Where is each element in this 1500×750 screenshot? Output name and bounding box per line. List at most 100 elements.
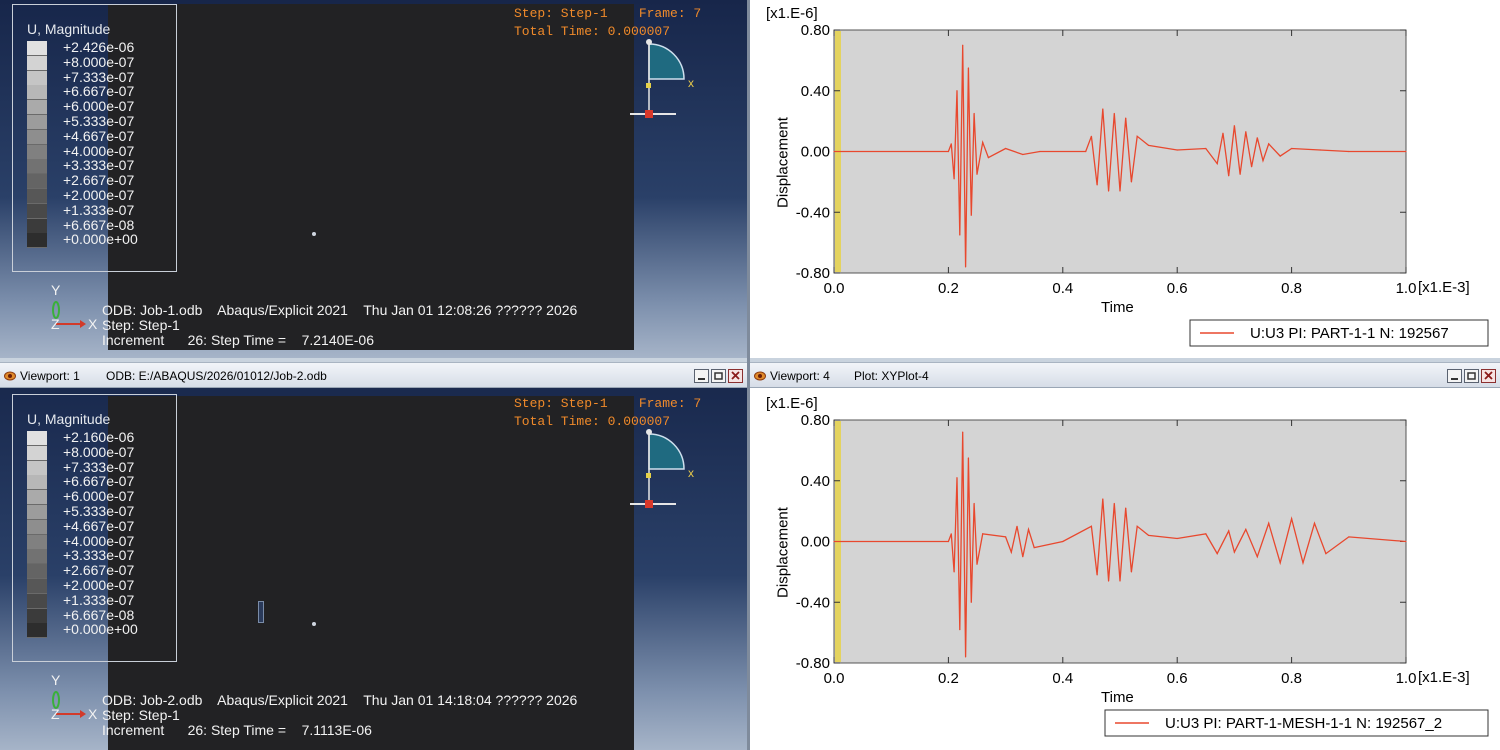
series-point [1085, 150, 1087, 153]
odb-info-text: ODB: Job-2.odb Abaqus/Explicit 2021 Thu … [102, 692, 578, 708]
legend-value: +0.000e+00 [63, 621, 138, 638]
series-point [1148, 534, 1150, 537]
model-render-area[interactable] [108, 4, 634, 350]
series-point [959, 628, 961, 631]
series-point [1113, 502, 1115, 505]
legend-band [27, 608, 47, 624]
legend-value: +7.333e-07 [63, 458, 135, 475]
series-point [967, 457, 970, 459]
series-point [976, 563, 978, 565]
series-point [1348, 536, 1350, 538]
series-point [1016, 525, 1018, 527]
legend-band [27, 115, 47, 130]
legend-band [27, 579, 47, 594]
viewport-titlebar[interactable]: Viewport: 1 ODB: E:/ABAQUS/2026/01012/Jo… [0, 362, 747, 388]
x-tick-label: 0.0 [824, 670, 845, 687]
series-point [953, 571, 955, 573]
restore-button[interactable] [711, 369, 726, 383]
step-info-text: Step: Step-1 [102, 707, 180, 723]
series-point [964, 266, 967, 268]
viewport-label: Viewport: 1 [20, 369, 80, 383]
series-point [956, 477, 958, 479]
series-point [1090, 135, 1092, 137]
series-point [1279, 562, 1281, 564]
triad-x-label: X [88, 316, 98, 332]
legend-band [27, 549, 47, 565]
series-point [1233, 125, 1235, 127]
legend-value: +5.333e-07 [63, 503, 135, 519]
x-tick-label: 0.0 [824, 280, 845, 297]
series-point [947, 540, 949, 543]
triad-y-label: Y [51, 672, 61, 688]
y-tick-label: -0.40 [796, 204, 830, 221]
legend-band [27, 593, 47, 609]
viewport-plot-bottom[interactable]: Viewport: 4 Plot: XYPlot-4 0.80 0.40 0.00-… [750, 362, 1500, 750]
series-point [970, 601, 972, 603]
x-tick-label: 1.0 [1396, 280, 1417, 297]
legend-band [27, 203, 47, 219]
plot-legend-label: U:U3 PI: PART-1-MESH-1-1 N: 192567_2 [1165, 715, 1442, 732]
series-point [1268, 143, 1270, 145]
legend-value: +2.667e-07 [63, 172, 135, 189]
x-tick-label: 0.4 [1052, 670, 1073, 687]
series-point [956, 90, 958, 92]
legend-value: +6.667e-07 [63, 473, 135, 490]
x-tick-label: 1.0 [1396, 670, 1417, 687]
series-point [1039, 150, 1041, 153]
series-point [982, 141, 984, 143]
legend-title: U, Magnitude [27, 21, 111, 37]
y-tick-label: -0.40 [796, 594, 830, 611]
viewport-odb-bottom[interactable]: Viewport: 1 ODB: E:/ABAQUS/2026/01012/Jo… [0, 362, 747, 750]
x-tick-label: 0.2 [938, 670, 959, 687]
x-tick-label: 0.4 [1052, 280, 1073, 297]
legend-value: +6.667e-07 [63, 83, 135, 100]
legend-value: +2.000e-07 [63, 577, 135, 593]
model-element-mark [258, 601, 264, 623]
close-button[interactable] [728, 369, 743, 383]
mini-axis-icon [630, 39, 685, 118]
viewport-odb-path: ODB: E:/ABAQUS/2026/01012/Job-2.odb [106, 369, 327, 383]
series-point [1313, 522, 1316, 524]
y-tick-label: 0.40 [801, 83, 830, 100]
series-point [1228, 530, 1230, 532]
viewport-splitter[interactable] [747, 0, 750, 750]
y-tick-label: 0.40 [801, 473, 830, 490]
step-frame-text: Step: Step-1 Frame: 7 [514, 6, 702, 21]
x-tick-label: 0.8 [1281, 670, 1302, 687]
series-point [1228, 175, 1230, 177]
series-point [1245, 131, 1247, 133]
series-point [1348, 150, 1350, 153]
contour-legend: U, Magnitude +2.160e-06 +8.000e-07 +7.333e… [12, 394, 177, 662]
series-point [1027, 528, 1030, 530]
legend-band [27, 189, 47, 204]
series-point [1405, 150, 1407, 153]
series-point [973, 502, 975, 505]
series-point [970, 214, 972, 216]
series-point [1205, 147, 1207, 150]
series-point [987, 156, 990, 159]
legend-value: +1.333e-07 [63, 591, 135, 608]
legend-band [27, 505, 47, 520]
series-point [950, 143, 952, 145]
legend-band [27, 218, 47, 234]
viewport-plot-top[interactable]: 0.80 0.40 0.00 -0.40 -0.80 0.0 0.2 0.4 0.6 0.8 1.0… [750, 0, 1500, 358]
series-point [1022, 556, 1024, 558]
model-node-dot [312, 622, 316, 626]
legend-value: +6.000e-07 [63, 98, 135, 115]
series-point [1119, 580, 1121, 582]
legend-value: +2.160e-06 [63, 429, 135, 445]
legend-value: +2.667e-07 [63, 562, 135, 579]
x-exponent-label: [x1.E-3] [1418, 279, 1470, 296]
series-point [1279, 155, 1281, 157]
series-point [1205, 533, 1207, 535]
viewport-odb-top[interactable]: U, Magnitude +2.426e-06 +8.000e-07 +7.333e… [0, 0, 747, 358]
legend-value: +3.333e-07 [63, 547, 135, 564]
mini-axis-x-label: x [688, 466, 694, 480]
increment-info-text: Increment 26: Step Time = 7.2140E-06 [102, 332, 374, 348]
x-exponent-label: [x1.E-3] [1418, 669, 1470, 686]
series-point [1113, 112, 1115, 115]
odb-info-text: ODB: Job-1.odb Abaqus/Explicit 2021 Thu … [102, 302, 578, 318]
series-point [1033, 546, 1035, 549]
triad-z-label: Z [51, 706, 60, 722]
minimize-button[interactable] [694, 369, 709, 383]
